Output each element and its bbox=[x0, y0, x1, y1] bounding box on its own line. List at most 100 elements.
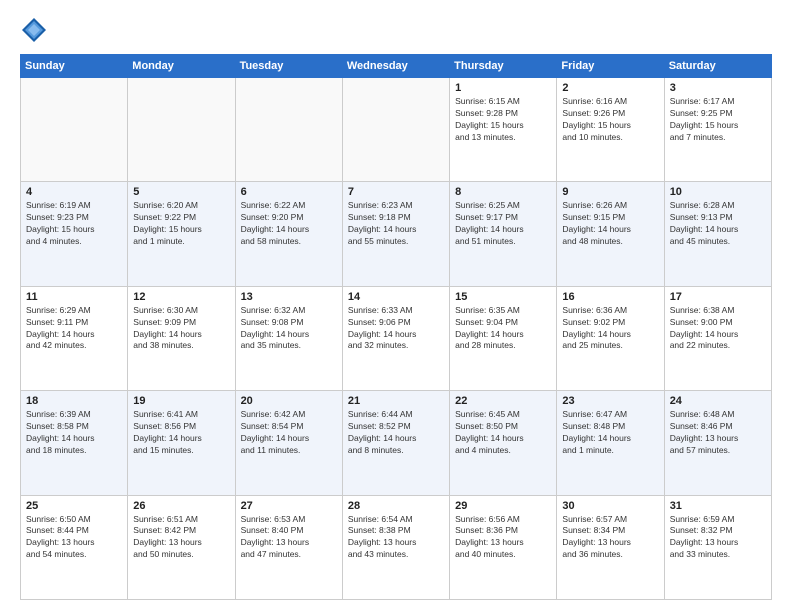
col-header-wednesday: Wednesday bbox=[342, 55, 449, 78]
col-header-monday: Monday bbox=[128, 55, 235, 78]
day-info: Sunrise: 6:30 AM Sunset: 9:09 PM Dayligh… bbox=[133, 305, 229, 353]
day-cell: 1 Sunrise: 6:15 AM Sunset: 9:28 PM Daylig… bbox=[450, 78, 557, 182]
day-cell: 5Sunrise: 6:20 AM Sunset: 9:22 PM Daylig… bbox=[128, 182, 235, 286]
day-cell: 22Sunrise: 6:45 AM Sunset: 8:50 PM Dayli… bbox=[450, 391, 557, 495]
day-number: 27 bbox=[241, 500, 337, 512]
day-info: Sunrise: 6:41 AM Sunset: 8:56 PM Dayligh… bbox=[133, 409, 229, 457]
day-cell: 30 Sunrise: 6:57 AM Sunset: 8:34 PM Dayli… bbox=[557, 495, 664, 599]
day-info: Sunrise: 6:17 AM Sunset: 9:25 PM Dayligh… bbox=[670, 96, 766, 144]
logo-icon bbox=[20, 16, 48, 44]
day-info: Sunrise: 6:53 AM Sunset: 8:40 PM Dayligh… bbox=[241, 514, 337, 562]
day-cell: 21Sunrise: 6:44 AM Sunset: 8:52 PM Dayli… bbox=[342, 391, 449, 495]
week-row-1: 4Sunrise: 6:19 AM Sunset: 9:23 PM Daylig… bbox=[21, 182, 772, 286]
day-cell: 17 Sunrise: 6:38 AM Sunset: 9:00 PM Dayli… bbox=[664, 286, 771, 390]
day-info: Sunrise: 6:48 AM Sunset: 8:46 PM Dayligh… bbox=[670, 409, 766, 457]
day-number: 19 bbox=[133, 395, 229, 407]
day-info: Sunrise: 6:50 AM Sunset: 8:44 PM Dayligh… bbox=[26, 514, 122, 562]
day-info: Sunrise: 6:22 AM Sunset: 9:20 PM Dayligh… bbox=[241, 200, 337, 248]
day-info: Sunrise: 6:32 AM Sunset: 9:08 PM Dayligh… bbox=[241, 305, 337, 353]
day-cell: 6 Sunrise: 6:22 AM Sunset: 9:20 PM Daylig… bbox=[235, 182, 342, 286]
day-number: 25 bbox=[26, 500, 122, 512]
day-cell: 10 Sunrise: 6:28 AM Sunset: 9:13 PM Dayli… bbox=[664, 182, 771, 286]
day-number: 15 bbox=[455, 291, 551, 303]
day-info: Sunrise: 6:42 AM Sunset: 8:54 PM Dayligh… bbox=[241, 409, 337, 457]
day-info: Sunrise: 6:15 AM Sunset: 9:28 PM Dayligh… bbox=[455, 96, 551, 144]
header bbox=[20, 16, 772, 44]
day-cell: 18 Sunrise: 6:39 AM Sunset: 8:58 PM Dayli… bbox=[21, 391, 128, 495]
day-cell: 19 Sunrise: 6:41 AM Sunset: 8:56 PM Dayli… bbox=[128, 391, 235, 495]
day-info: Sunrise: 6:29 AM Sunset: 9:11 PM Dayligh… bbox=[26, 305, 122, 353]
day-number: 29 bbox=[455, 500, 551, 512]
day-cell: 31 Sunrise: 6:59 AM Sunset: 8:32 PM Dayli… bbox=[664, 495, 771, 599]
page: SundayMondayTuesdayWednesdayThursdayFrid… bbox=[0, 0, 792, 612]
day-info: Sunrise: 6:56 AM Sunset: 8:36 PM Dayligh… bbox=[455, 514, 551, 562]
day-number: 10 bbox=[670, 186, 766, 198]
day-number: 17 bbox=[670, 291, 766, 303]
day-info: Sunrise: 6:36 AM Sunset: 9:02 PM Dayligh… bbox=[562, 305, 658, 353]
col-header-friday: Friday bbox=[557, 55, 664, 78]
day-number: 31 bbox=[670, 500, 766, 512]
day-info: Sunrise: 6:47 AM Sunset: 8:48 PM Dayligh… bbox=[562, 409, 658, 457]
day-cell: 23 Sunrise: 6:47 AM Sunset: 8:48 PM Dayli… bbox=[557, 391, 664, 495]
day-number: 6 bbox=[241, 186, 337, 198]
logo bbox=[20, 16, 54, 44]
day-number: 18 bbox=[26, 395, 122, 407]
day-cell: 28 Sunrise: 6:54 AM Sunset: 8:38 PM Dayli… bbox=[342, 495, 449, 599]
day-cell: 13 Sunrise: 6:32 AM Sunset: 9:08 PM Dayli… bbox=[235, 286, 342, 390]
day-info: Sunrise: 6:16 AM Sunset: 9:26 PM Dayligh… bbox=[562, 96, 658, 144]
day-number: 8 bbox=[455, 186, 551, 198]
day-info: Sunrise: 6:54 AM Sunset: 8:38 PM Dayligh… bbox=[348, 514, 444, 562]
day-cell: 24 Sunrise: 6:48 AM Sunset: 8:46 PM Dayli… bbox=[664, 391, 771, 495]
day-cell: 29 Sunrise: 6:56 AM Sunset: 8:36 PM Dayli… bbox=[450, 495, 557, 599]
day-info: Sunrise: 6:44 AM Sunset: 8:52 PM Dayligh… bbox=[348, 409, 444, 457]
day-cell: 25 Sunrise: 6:50 AM Sunset: 8:44 PM Dayli… bbox=[21, 495, 128, 599]
day-number: 2 bbox=[562, 82, 658, 94]
day-number: 3 bbox=[670, 82, 766, 94]
col-header-tuesday: Tuesday bbox=[235, 55, 342, 78]
col-header-thursday: Thursday bbox=[450, 55, 557, 78]
day-cell: 2 Sunrise: 6:16 AM Sunset: 9:26 PM Daylig… bbox=[557, 78, 664, 182]
col-header-sunday: Sunday bbox=[21, 55, 128, 78]
day-cell: 12Sunrise: 6:30 AM Sunset: 9:09 PM Dayli… bbox=[128, 286, 235, 390]
day-info: Sunrise: 6:38 AM Sunset: 9:00 PM Dayligh… bbox=[670, 305, 766, 353]
day-cell: 11 Sunrise: 6:29 AM Sunset: 9:11 PM Dayli… bbox=[21, 286, 128, 390]
day-number: 5 bbox=[133, 186, 229, 198]
day-cell: 15Sunrise: 6:35 AM Sunset: 9:04 PM Dayli… bbox=[450, 286, 557, 390]
day-cell: 20 Sunrise: 6:42 AM Sunset: 8:54 PM Dayli… bbox=[235, 391, 342, 495]
day-number: 13 bbox=[241, 291, 337, 303]
day-info: Sunrise: 6:23 AM Sunset: 9:18 PM Dayligh… bbox=[348, 200, 444, 248]
calendar-header-row: SundayMondayTuesdayWednesdayThursdayFrid… bbox=[21, 55, 772, 78]
day-info: Sunrise: 6:57 AM Sunset: 8:34 PM Dayligh… bbox=[562, 514, 658, 562]
day-cell: 16Sunrise: 6:36 AM Sunset: 9:02 PM Dayli… bbox=[557, 286, 664, 390]
day-number: 30 bbox=[562, 500, 658, 512]
day-cell: 9Sunrise: 6:26 AM Sunset: 9:15 PM Daylig… bbox=[557, 182, 664, 286]
day-number: 20 bbox=[241, 395, 337, 407]
day-number: 4 bbox=[26, 186, 122, 198]
day-info: Sunrise: 6:59 AM Sunset: 8:32 PM Dayligh… bbox=[670, 514, 766, 562]
day-info: Sunrise: 6:51 AM Sunset: 8:42 PM Dayligh… bbox=[133, 514, 229, 562]
day-info: Sunrise: 6:25 AM Sunset: 9:17 PM Dayligh… bbox=[455, 200, 551, 248]
col-header-saturday: Saturday bbox=[664, 55, 771, 78]
day-cell: 3 Sunrise: 6:17 AM Sunset: 9:25 PM Daylig… bbox=[664, 78, 771, 182]
day-cell: 26Sunrise: 6:51 AM Sunset: 8:42 PM Dayli… bbox=[128, 495, 235, 599]
day-cell: 7 Sunrise: 6:23 AM Sunset: 9:18 PM Daylig… bbox=[342, 182, 449, 286]
calendar: SundayMondayTuesdayWednesdayThursdayFrid… bbox=[20, 54, 772, 600]
day-info: Sunrise: 6:28 AM Sunset: 9:13 PM Dayligh… bbox=[670, 200, 766, 248]
day-number: 9 bbox=[562, 186, 658, 198]
day-number: 24 bbox=[670, 395, 766, 407]
week-row-4: 25 Sunrise: 6:50 AM Sunset: 8:44 PM Dayli… bbox=[21, 495, 772, 599]
day-number: 23 bbox=[562, 395, 658, 407]
day-cell bbox=[235, 78, 342, 182]
day-number: 7 bbox=[348, 186, 444, 198]
day-number: 1 bbox=[455, 82, 551, 94]
day-info: Sunrise: 6:39 AM Sunset: 8:58 PM Dayligh… bbox=[26, 409, 122, 457]
day-cell: 27 Sunrise: 6:53 AM Sunset: 8:40 PM Dayli… bbox=[235, 495, 342, 599]
week-row-0: 1 Sunrise: 6:15 AM Sunset: 9:28 PM Daylig… bbox=[21, 78, 772, 182]
day-cell: 8 Sunrise: 6:25 AM Sunset: 9:17 PM Daylig… bbox=[450, 182, 557, 286]
week-row-2: 11 Sunrise: 6:29 AM Sunset: 9:11 PM Dayli… bbox=[21, 286, 772, 390]
day-info: Sunrise: 6:33 AM Sunset: 9:06 PM Dayligh… bbox=[348, 305, 444, 353]
day-number: 28 bbox=[348, 500, 444, 512]
day-number: 11 bbox=[26, 291, 122, 303]
day-cell: 14Sunrise: 6:33 AM Sunset: 9:06 PM Dayli… bbox=[342, 286, 449, 390]
day-info: Sunrise: 6:45 AM Sunset: 8:50 PM Dayligh… bbox=[455, 409, 551, 457]
